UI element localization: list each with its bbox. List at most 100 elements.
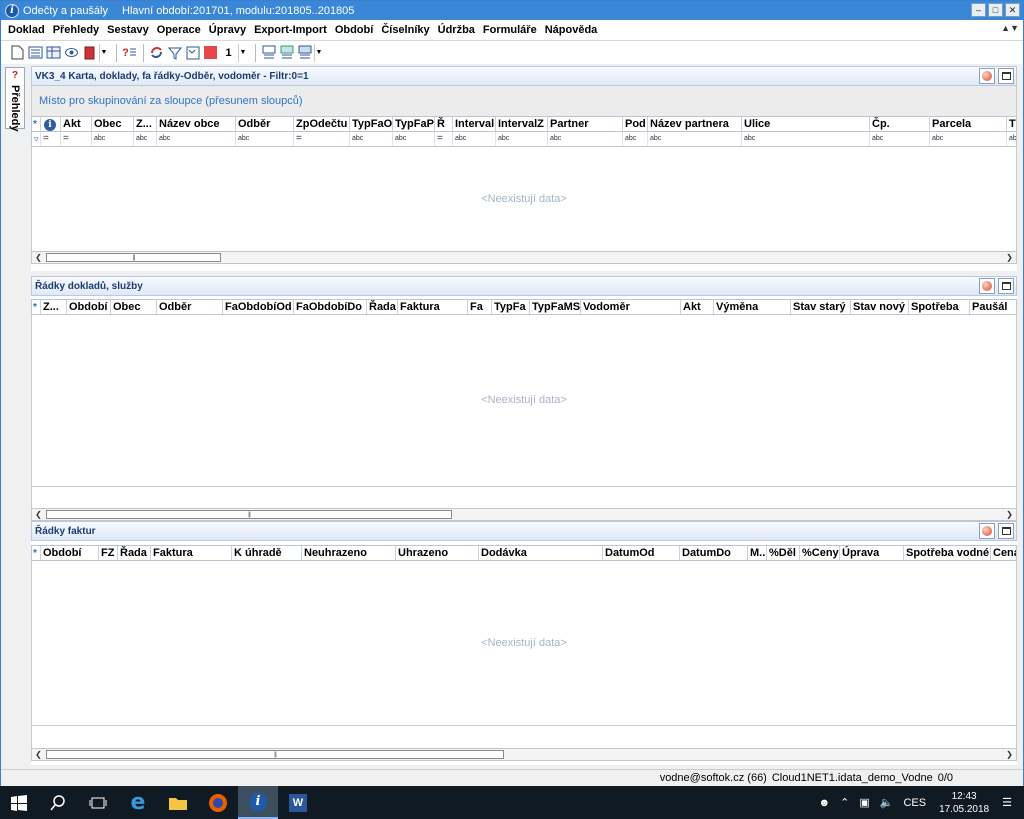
col-vodomer[interactable]: Vodoměr [581, 300, 681, 314]
panel3-hscrollbar[interactable]: ❮ ||| ❯ [31, 748, 1017, 761]
database-icon[interactable] [81, 44, 98, 62]
col-datumod[interactable]: DatumOd [603, 546, 680, 560]
col-faktura[interactable]: Faktura [151, 546, 232, 560]
filter-cell[interactable]: abc [350, 132, 393, 146]
col-obdobi[interactable]: Období [41, 546, 99, 560]
filter-cell[interactable]: abc [548, 132, 623, 146]
filter-cell[interactable]: abc [623, 132, 648, 146]
col-obdobi[interactable]: Období [67, 300, 111, 314]
col-fz[interactable]: FZ [99, 546, 118, 560]
col-odber[interactable]: Odběr [236, 117, 294, 131]
col-nazev-obce[interactable]: Název obce [157, 117, 236, 131]
menu-ciselniky[interactable]: Číselníky [377, 24, 433, 36]
panel3-maximize-icon[interactable] [998, 523, 1014, 539]
col-typfa[interactable]: TypFa [492, 300, 530, 314]
help-icon[interactable]: ? [121, 44, 138, 62]
menu-napoveda[interactable]: Nápověda [541, 24, 602, 36]
filter-cell[interactable]: abc [236, 132, 294, 146]
scroll-left-icon[interactable]: ❮ [32, 749, 45, 760]
panel2-grid-body[interactable]: <Neexistují data> [31, 315, 1017, 486]
scroll-right-icon[interactable]: ❯ [1003, 749, 1016, 760]
col-vymena[interactable]: Výměna [714, 300, 791, 314]
info-app-icon[interactable]: i [238, 786, 278, 819]
col-pct-del[interactable]: %Děl [767, 546, 800, 560]
col-zpodectu[interactable]: ZpOdečtu [294, 117, 350, 131]
col-r[interactable]: Ř [435, 117, 453, 131]
scroll-right-icon[interactable]: ❯ [1003, 509, 1016, 520]
volume-muted-icon[interactable]: 🔈 [880, 796, 894, 809]
menu-doklad[interactable]: Doklad [4, 24, 49, 36]
col-datumdo[interactable]: DatumDo [680, 546, 748, 560]
filter-grid-icon[interactable] [184, 44, 201, 62]
filter-cell[interactable]: abc [648, 132, 742, 146]
col-ulice[interactable]: Ulice [742, 117, 870, 131]
panel1-maximize-icon[interactable] [998, 68, 1014, 84]
col-uprava[interactable]: Úprava [840, 546, 904, 560]
col-stav-stary[interactable]: Stav starý [791, 300, 851, 314]
col-z[interactable]: Z... [41, 300, 67, 314]
col-akt[interactable]: Akt [681, 300, 714, 314]
maximize-button[interactable]: □ [988, 3, 1003, 17]
view-icon[interactable] [63, 44, 80, 62]
panel3-grid-body[interactable]: <Neexistují data> [31, 561, 1017, 725]
col-akt[interactable]: Akt [61, 117, 92, 131]
menu-obdobi[interactable]: Období [331, 24, 378, 36]
col-obec[interactable]: Obec [92, 117, 134, 131]
panel1-option-icon[interactable] [979, 68, 995, 84]
close-button[interactable]: ✕ [1005, 3, 1020, 17]
scroll-right-icon[interactable]: ❯ [1003, 252, 1016, 263]
grid-icon[interactable] [45, 44, 62, 62]
panel1-info-icon[interactable]: i [41, 117, 61, 131]
panel1-filter-row[interactable]: ▿ = = abc abc abc abc = abc abc = abc ab… [31, 132, 1017, 147]
clock[interactable]: 12:43 17.05.2018 [939, 790, 989, 816]
filter-cell[interactable]: abc [742, 132, 870, 146]
menu-export-import[interactable]: Export-Import [250, 24, 331, 36]
col-faobdobiod[interactable]: FaObdobíOd [223, 300, 294, 314]
menu-sestavy[interactable]: Sestavy [103, 24, 153, 36]
dropdown-icon[interactable]: ▼ [99, 43, 108, 62]
export-tool-icon[interactable] [296, 44, 313, 62]
col-t[interactable]: T [1007, 117, 1016, 131]
col-pausal[interactable]: Paušál [970, 300, 1016, 314]
panel3-scroll-thumb[interactable]: ||| [46, 750, 504, 759]
col-typfao[interactable]: TypFaO [350, 117, 393, 131]
panel1-scroll-thumb[interactable]: ||| [46, 253, 221, 262]
filter-icon[interactable] [166, 44, 183, 62]
file-explorer-icon[interactable] [158, 786, 198, 819]
filter-cell[interactable]: = [61, 132, 92, 146]
task-view-icon[interactable] [78, 786, 118, 819]
col-uhrazeno[interactable]: Uhrazeno [396, 546, 479, 560]
menu-operace[interactable]: Operace [153, 24, 205, 36]
col-obec[interactable]: Obec [111, 300, 157, 314]
new-document-icon[interactable] [9, 44, 26, 62]
col-cena[interactable]: Cena [991, 546, 1016, 560]
col-spotreba-vodne[interactable]: Spotřeba vodné [904, 546, 991, 560]
col-pod[interactable]: Pod [623, 117, 648, 131]
color-icon[interactable] [202, 44, 219, 62]
col-faktura[interactable]: Faktura [398, 300, 468, 314]
col-faobdobido[interactable]: FaObdobíDo [294, 300, 367, 314]
windows-start-icon[interactable] [0, 786, 38, 819]
col-rada[interactable]: Řada [118, 546, 151, 560]
firefox-icon[interactable] [198, 786, 238, 819]
menu-prehledy[interactable]: Přehledy [49, 24, 103, 36]
col-interval[interactable]: Interval [453, 117, 496, 131]
col-spotreba[interactable]: Spotřeba [909, 300, 970, 314]
filter-icon-row[interactable]: ▿ [32, 132, 41, 146]
people-icon[interactable]: ☻ [819, 797, 831, 809]
panel1-hscrollbar[interactable]: ❮ ||| ❯ [31, 251, 1017, 264]
filter-cell[interactable]: abc [393, 132, 435, 146]
panel2-hscrollbar[interactable]: ❮ ||| ❯ [31, 508, 1017, 521]
vodomer-tool-icon[interactable] [260, 44, 277, 62]
col-rada[interactable]: Řada [367, 300, 398, 314]
panel1-group-area[interactable]: Místo pro skupinování za sloupce (přesun… [31, 86, 1017, 116]
col-dodavka[interactable]: Dodávka [479, 546, 603, 560]
scroll-left-icon[interactable]: ❮ [32, 252, 45, 263]
filter-cell[interactable]: abc [496, 132, 548, 146]
scroll-left-icon[interactable]: ❮ [32, 509, 45, 520]
col-nazev-partnera[interactable]: Název partnera [648, 117, 742, 131]
col-m[interactable]: M.. [748, 546, 767, 560]
filter-cell[interactable]: = [435, 132, 453, 146]
filter-cell[interactable]: abc [930, 132, 1007, 146]
col-fa[interactable]: Fa [468, 300, 492, 314]
